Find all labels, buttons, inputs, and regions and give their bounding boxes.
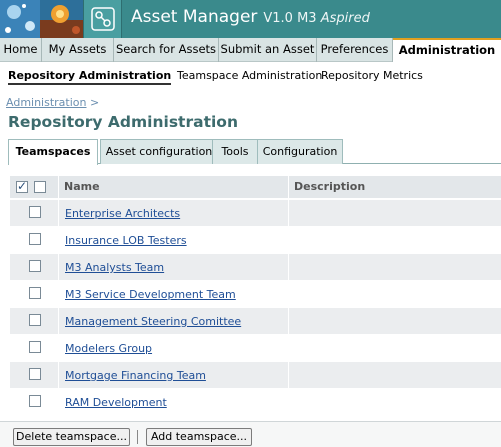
breadcrumb: Administration > (6, 96, 99, 109)
repository-icon (83, 0, 122, 38)
delete-teamspace-button[interactable]: Delete teamspace... (13, 428, 130, 446)
breadcrumb-separator: > (90, 96, 100, 109)
column-header-name[interactable]: Name (58, 176, 288, 198)
table-row: M3 Analysts Team (10, 254, 501, 280)
app-title: Asset Manager V1.0 M3 Aspired (131, 7, 370, 27)
sub-nav: Repository Administration Teamspace Admi… (0, 62, 501, 90)
tab-teamspaces[interactable]: Teamspaces (8, 139, 98, 165)
nav-tab-home[interactable]: Home (0, 38, 42, 62)
nav-tab-search-for-assets[interactable]: Search for Assets (114, 38, 219, 62)
table-row: Insurance LOB Testers (10, 227, 501, 253)
teamspace-link[interactable]: Modelers Group (65, 342, 152, 355)
teamspace-description (288, 335, 501, 361)
header-checkbox-cell (10, 176, 58, 198)
table-row: Enterprise Architects (10, 200, 501, 226)
nav-tab-administration[interactable]: Administration (393, 38, 501, 63)
teamspace-link[interactable]: Insurance LOB Testers (65, 234, 187, 247)
nav-tab-my-assets[interactable]: My Assets (42, 38, 114, 62)
button-separator (137, 430, 138, 444)
deselect-all-checkbox[interactable] (34, 181, 46, 193)
teamspace-description (288, 389, 501, 415)
app-header: Asset Manager V1.0 M3 Aspired (0, 0, 501, 38)
teamspace-description (288, 200, 501, 226)
nav-tab-submit-an-asset[interactable]: Submit an Asset (219, 38, 317, 62)
teamspace-link[interactable]: M3 Service Development Team (65, 288, 236, 301)
table-row: Mortgage Financing Team (10, 362, 501, 388)
subnav-repository-metrics[interactable]: Repository Metrics (321, 69, 423, 82)
row-checkbox[interactable] (29, 233, 41, 245)
row-checkbox[interactable] (29, 206, 41, 218)
row-checkbox[interactable] (29, 287, 41, 299)
breadcrumb-administration[interactable]: Administration (6, 96, 87, 109)
column-header-description[interactable]: Description (288, 176, 501, 198)
tab-configuration[interactable]: Configuration (257, 139, 343, 164)
table-row: RAM Development (10, 389, 501, 415)
table-row: M3 Service Development Team (10, 281, 501, 307)
section-tabs: Teamspaces Asset configuration Tools Con… (8, 139, 501, 165)
teamspace-link[interactable]: Enterprise Architects (65, 207, 180, 220)
subnav-teamspace-administration[interactable]: Teamspace Administration (177, 69, 322, 82)
teamspace-link[interactable]: RAM Development (65, 396, 167, 409)
subnav-repository-administration[interactable]: Repository Administration (8, 69, 172, 85)
teamspace-description (288, 362, 501, 388)
app-name: Asset Manager (131, 7, 258, 27)
teamspace-description (288, 254, 501, 280)
teamspace-link[interactable]: Management Steering Comittee (65, 315, 241, 328)
teamspace-link[interactable]: Mortgage Financing Team (65, 369, 206, 382)
nav-tab-preferences[interactable]: Preferences (317, 38, 393, 62)
main-nav: Home My Assets Search for Assets Submit … (0, 38, 501, 63)
teamspace-link[interactable]: M3 Analysts Team (65, 261, 164, 274)
row-checkbox[interactable] (29, 395, 41, 407)
row-checkbox[interactable] (29, 368, 41, 380)
row-checkbox[interactable] (29, 341, 41, 353)
row-checkbox[interactable] (29, 260, 41, 272)
action-bar: Delete teamspace... Add teamspace... (0, 421, 501, 447)
row-checkbox[interactable] (29, 314, 41, 326)
select-all-checkbox[interactable] (16, 179, 28, 193)
table-row: Management Steering Comittee (10, 308, 501, 334)
table-header: Name Description (10, 176, 501, 198)
tab-tools[interactable]: Tools (212, 139, 258, 164)
page-title: Repository Administration (8, 113, 238, 131)
teamspace-description (288, 281, 501, 307)
tab-asset-configuration[interactable]: Asset configuration (100, 139, 218, 164)
table-row: Modelers Group (10, 335, 501, 361)
teamspace-description (288, 227, 501, 253)
teamspace-description (288, 308, 501, 334)
brand-artwork-icon (0, 0, 83, 38)
add-teamspace-button[interactable]: Add teamspace... (146, 428, 252, 446)
app-version: V1.0 M3 Aspired (263, 11, 370, 26)
